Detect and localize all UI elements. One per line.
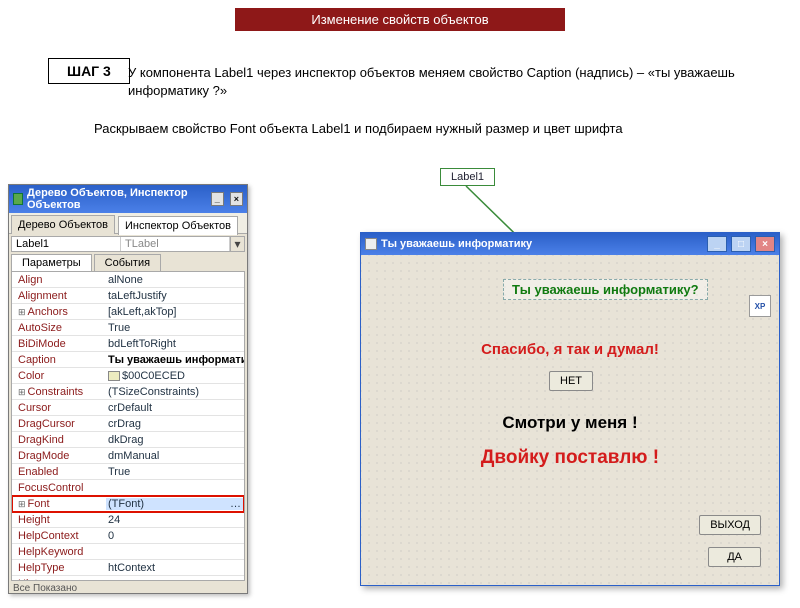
property-value[interactable]: alNone <box>106 274 244 286</box>
property-row[interactable]: DragCursorcrDrag <box>12 416 244 432</box>
property-name: Enabled <box>12 466 106 478</box>
callout-label1: Label1 <box>440 168 495 186</box>
label-look[interactable]: Смотри у меня ! <box>361 413 779 433</box>
form-title-text: Ты уважаешь информатику <box>381 238 532 250</box>
property-row[interactable]: BiDiModebdLeftToRight <box>12 336 244 352</box>
property-row[interactable]: HelpKeyword <box>12 544 244 560</box>
property-value[interactable]: taLeftJustify <box>106 290 244 302</box>
property-value[interactable]: True <box>106 466 244 478</box>
form-designer-window: Ты уважаешь информатику _ □ × Ты уважаеш… <box>360 232 780 586</box>
property-name: FocusControl <box>12 482 106 494</box>
property-grid[interactable]: AlignalNoneAlignmenttaLeftJustifyAnchors… <box>11 271 245 581</box>
property-row[interactable]: EnabledTrue <box>12 464 244 480</box>
subtab-events[interactable]: События <box>94 254 161 271</box>
property-row[interactable]: Height24 <box>12 512 244 528</box>
property-name: Alignment <box>12 290 106 302</box>
inspector-app-icon <box>13 193 23 205</box>
inspector-titlebar[interactable]: Дерево Объектов, Инспектор Объектов _ × <box>9 185 247 213</box>
property-value[interactable]: (TFont) … <box>106 498 244 510</box>
property-name: DragCursor <box>12 418 106 430</box>
property-value[interactable]: bdLeftToRight <box>106 338 244 350</box>
no-button[interactable]: НЕТ <box>549 371 593 391</box>
property-row[interactable]: CaptionТы уважаешь информатику? <box>12 352 244 368</box>
xp-manifest-icon[interactable]: XP <box>749 295 771 317</box>
property-name: Align <box>12 274 106 286</box>
property-name: Cursor <box>12 402 106 414</box>
property-value[interactable]: True <box>106 322 244 334</box>
property-value[interactable]: htContext <box>106 562 244 574</box>
yes-button[interactable]: ДА <box>708 547 761 567</box>
form-body[interactable]: Ты уважаешь информатику? XP Спасибо, я т… <box>361 255 779 585</box>
chevron-down-icon[interactable]: ▾ <box>230 237 244 251</box>
property-value[interactable]: dkDrag <box>106 434 244 446</box>
property-row[interactable]: AlignalNone <box>12 272 244 288</box>
property-row[interactable]: DragKinddkDrag <box>12 432 244 448</box>
component-class: TLabel <box>121 237 230 251</box>
form-close-icon[interactable]: × <box>755 236 775 252</box>
close-icon[interactable]: × <box>230 192 243 206</box>
inspector-top-tabs: Дерево Объектов Инспектор Объектов <box>9 213 247 234</box>
tab-object-tree[interactable]: Дерево Объектов <box>11 215 115 234</box>
property-name: DragKind <box>12 434 106 446</box>
label1-component[interactable]: Ты уважаешь информатику? <box>503 279 708 300</box>
label-thanks[interactable]: Спасибо, я так и думал! <box>361 341 779 358</box>
form-maximize-icon[interactable]: □ <box>731 236 751 252</box>
object-inspector-window: Дерево Объектов, Инспектор Объектов _ × … <box>8 184 248 594</box>
property-name: BiDiMode <box>12 338 106 350</box>
inspector-title-text: Дерево Объектов, Инспектор Объектов <box>27 187 201 211</box>
property-value[interactable]: crDefault <box>106 402 244 414</box>
property-value[interactable]: dmManual <box>106 450 244 462</box>
form-titlebar[interactable]: Ты уважаешь информатику _ □ × <box>361 233 779 255</box>
form-app-icon <box>365 238 377 250</box>
property-value[interactable]: [akLeft,akTop] <box>106 306 244 318</box>
property-name: Font <box>12 498 106 510</box>
property-row[interactable]: HelpTypehtContext <box>12 560 244 576</box>
slide-title: Изменение свойств объектов <box>235 8 565 31</box>
property-row[interactable]: DragModedmManual <box>12 448 244 464</box>
property-row[interactable]: Anchors[akLeft,akTop] <box>12 304 244 320</box>
property-value[interactable]: $00C0ECED <box>106 370 244 382</box>
property-value[interactable]: crDrag <box>106 418 244 430</box>
inspector-footer: Все Показано <box>9 581 247 596</box>
subtab-params[interactable]: Параметры <box>11 254 92 271</box>
property-name: DragMode <box>12 450 106 462</box>
property-row[interactable]: AutoSizeTrue <box>12 320 244 336</box>
property-name: HelpType <box>12 562 106 574</box>
tab-object-inspector[interactable]: Инспектор Объектов <box>118 216 238 235</box>
form-minimize-icon[interactable]: _ <box>707 236 727 252</box>
property-name: HelpKeyword <box>12 546 106 558</box>
exit-button[interactable]: ВЫХОД <box>699 515 761 535</box>
property-row[interactable]: FocusControl <box>12 480 244 496</box>
property-name: Caption <box>12 354 106 366</box>
property-row[interactable]: Color$00C0ECED <box>12 368 244 384</box>
property-value[interactable]: Ты уважаешь информатику? <box>106 354 244 366</box>
property-value[interactable]: 24 <box>106 514 244 526</box>
property-name: HelpContext <box>12 530 106 542</box>
label-twomark[interactable]: Двойку поставлю ! <box>361 447 779 469</box>
property-name: Color <box>12 370 106 382</box>
property-row[interactable]: AlignmenttaLeftJustify <box>12 288 244 304</box>
property-name: Constraints <box>12 386 106 398</box>
minimize-icon[interactable]: _ <box>211 192 224 206</box>
property-value[interactable]: (TSizeConstraints) <box>106 386 244 398</box>
property-value[interactable]: 0 <box>106 530 244 542</box>
component-selector[interactable]: Label1 TLabel ▾ <box>11 236 245 252</box>
property-name: AutoSize <box>12 322 106 334</box>
property-row[interactable]: Font(TFont) … <box>12 496 244 512</box>
property-name: Height <box>12 514 106 526</box>
property-row[interactable]: HelpContext0 <box>12 528 244 544</box>
component-name: Label1 <box>12 237 121 251</box>
property-row[interactable]: CursorcrDefault <box>12 400 244 416</box>
property-name: Anchors <box>12 306 106 318</box>
instruction-2: Раскрываем свойство Font объекта Label1 … <box>94 120 740 138</box>
property-row[interactable]: Constraints(TSizeConstraints) <box>12 384 244 400</box>
step-badge: ШАГ 3 <box>48 58 130 84</box>
inspector-subtabs: Параметры События <box>9 254 247 271</box>
instruction-1: У компонента Label1 через инспектор объе… <box>128 64 740 99</box>
